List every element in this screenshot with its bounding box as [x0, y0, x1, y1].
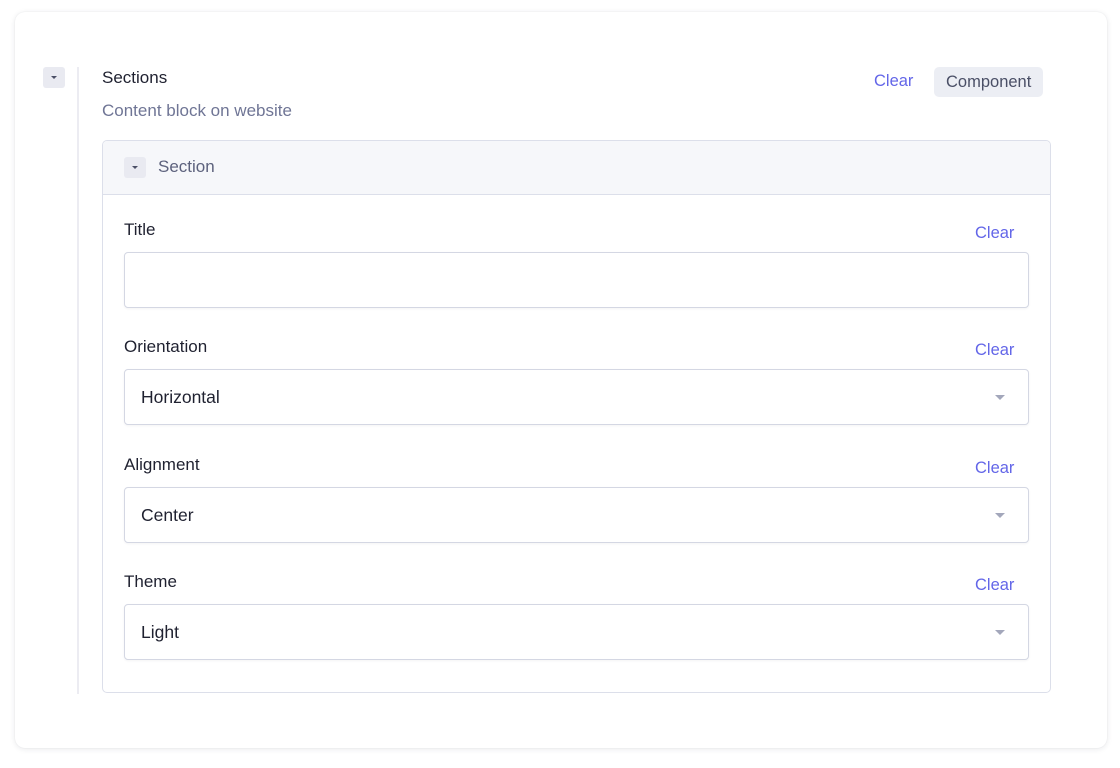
sections-clear-button[interactable]: Clear	[874, 72, 913, 91]
alignment-clear-button[interactable]: Clear	[975, 459, 1014, 478]
orientation-value: Horizontal	[141, 387, 220, 407]
sections-title: Sections	[102, 68, 168, 87]
orientation-label: Orientation	[124, 337, 208, 356]
sections-card: Sections Content block on website Clear …	[15, 12, 1107, 748]
alignment-select[interactable]: Center	[124, 487, 1029, 543]
caret-down-icon	[995, 513, 1005, 518]
orientation-clear-button[interactable]: Clear	[975, 341, 1014, 360]
orientation-select[interactable]: Horizontal	[124, 369, 1029, 425]
sections-collapse-button[interactable]	[43, 67, 65, 88]
section-header-label: Section	[158, 157, 215, 176]
title-clear-button[interactable]: Clear	[975, 224, 1014, 243]
caret-down-icon	[995, 395, 1005, 400]
section-block: Section Title Clear Orientation Clear Ho…	[102, 140, 1051, 693]
component-tag: Component	[934, 67, 1044, 97]
section-collapse-button[interactable]	[124, 157, 146, 178]
theme-clear-button[interactable]: Clear	[975, 576, 1014, 595]
alignment-label: Alignment	[124, 455, 200, 474]
title-input[interactable]	[124, 252, 1029, 308]
chevron-down-icon	[132, 166, 138, 169]
caret-down-icon	[995, 630, 1005, 635]
theme-select[interactable]: Light	[124, 604, 1029, 660]
alignment-value: Center	[141, 505, 194, 525]
sections-description: Content block on website	[102, 101, 292, 120]
section-header[interactable]: Section	[103, 141, 1050, 195]
title-label: Title	[124, 220, 156, 239]
theme-label: Theme	[124, 572, 177, 591]
nesting-rail	[77, 67, 79, 694]
chevron-down-icon	[51, 76, 57, 79]
theme-value: Light	[141, 622, 179, 642]
